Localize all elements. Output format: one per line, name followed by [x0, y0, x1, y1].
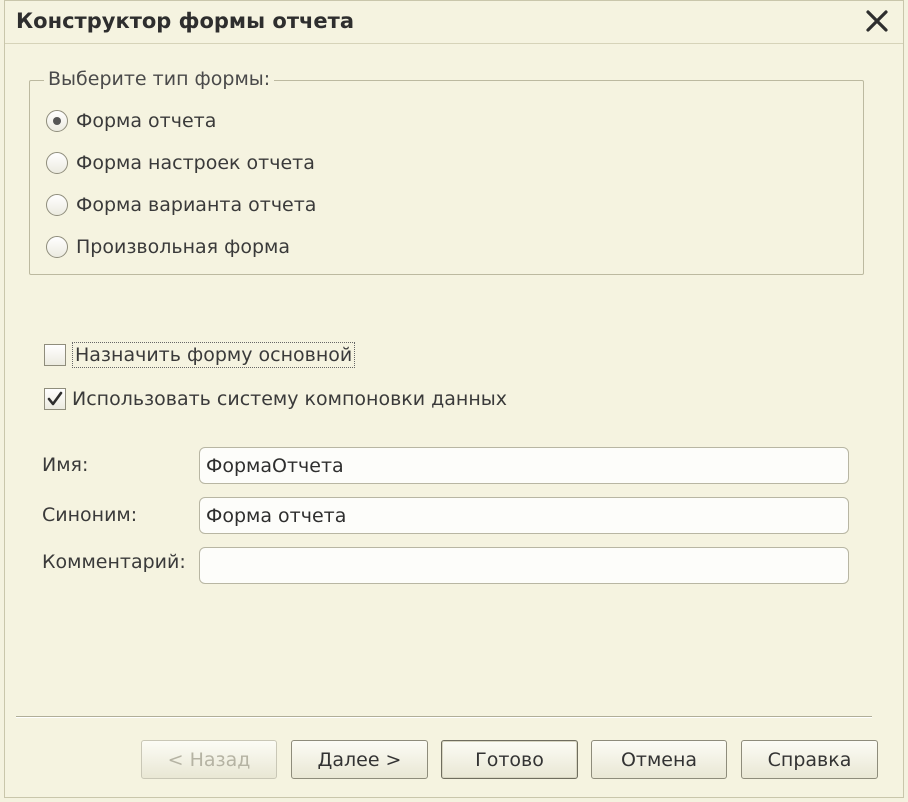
dialog-title: Конструктор формы отчета	[16, 9, 354, 33]
next-button[interactable]: Далее >	[291, 740, 428, 779]
close-icon	[866, 10, 888, 32]
finish-button[interactable]: Готово	[441, 740, 578, 779]
title-bar: Конструктор формы отчета	[5, 1, 903, 44]
use-dcs-checkbox[interactable]: Использовать систему компоновки данных	[44, 384, 507, 414]
checkbox-box[interactable]	[44, 388, 66, 410]
radio-settings-form[interactable]: Форма настроек отчета	[46, 148, 315, 178]
checkmark-icon	[47, 391, 63, 406]
cancel-button[interactable]: Отмена	[591, 740, 727, 779]
checkbox-box[interactable]	[44, 344, 66, 366]
checkbox-label: Назначить форму основной	[72, 342, 356, 368]
close-button[interactable]	[863, 7, 891, 35]
radio-label: Произвольная форма	[76, 236, 291, 258]
radio-label: Форма настроек отчета	[76, 152, 315, 174]
synonym-input[interactable]	[199, 497, 849, 534]
comment-input[interactable]	[199, 547, 849, 584]
radio-label: Форма отчета	[76, 110, 217, 132]
form-type-legend: Выберите тип формы:	[44, 68, 275, 90]
radio-button[interactable]	[46, 194, 68, 216]
footer-divider	[16, 716, 872, 718]
help-button[interactable]: Справка	[741, 740, 878, 779]
name-input[interactable]	[199, 447, 849, 484]
radio-button[interactable]	[46, 152, 68, 174]
set-main-form-checkbox[interactable]: Назначить форму основной	[44, 340, 356, 370]
comment-label: Комментарий:	[42, 551, 186, 573]
synonym-label: Синоним:	[42, 504, 138, 526]
radio-custom-form[interactable]: Произвольная форма	[46, 232, 290, 262]
name-label: Имя:	[42, 454, 89, 476]
radio-button[interactable]	[46, 110, 68, 132]
radio-report-form[interactable]: Форма отчета	[46, 106, 216, 136]
radio-label: Форма варианта отчета	[76, 194, 317, 216]
radio-variant-form[interactable]: Форма варианта отчета	[46, 190, 316, 220]
radio-button[interactable]	[46, 236, 68, 258]
checkbox-label: Использовать систему компоновки данных	[72, 388, 507, 410]
back-button[interactable]: < Назад	[141, 740, 277, 779]
